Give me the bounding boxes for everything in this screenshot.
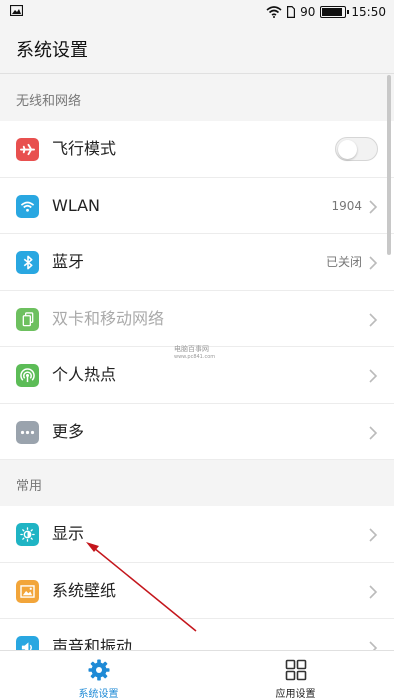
sound-icon <box>16 636 39 650</box>
setting-label: 飞行模式 <box>52 139 117 158</box>
setting-airplane-mode[interactable]: 飞行模式 <box>0 121 394 178</box>
wifi-icon <box>16 194 39 218</box>
setting-wlan[interactable]: WLAN 1904 <box>0 177 394 234</box>
setting-label: 声音和振动 <box>52 637 133 650</box>
sim-status-icon <box>287 6 296 18</box>
wallpaper-icon <box>16 579 39 603</box>
scrollbar[interactable] <box>387 75 391 255</box>
sim-icon <box>16 307 39 331</box>
chevron-right-icon <box>369 199 378 214</box>
watermark: 电脑百事网 www.pc841.com <box>174 345 216 360</box>
chevron-right-icon <box>369 584 378 599</box>
setting-sound[interactable]: 声音和振动 <box>0 619 394 650</box>
grid-icon <box>285 659 306 681</box>
hotspot-icon <box>16 364 39 387</box>
setting-display[interactable]: 显示 <box>0 506 394 563</box>
setting-wallpaper[interactable]: 系统壁纸 <box>0 562 394 619</box>
setting-bluetooth[interactable]: 蓝牙 已关闭 <box>0 234 394 291</box>
setting-more[interactable]: 更多 <box>0 403 394 460</box>
setting-dual-sim[interactable]: 双卡和移动网络 <box>0 290 394 347</box>
setting-label: 双卡和移动网络 <box>52 308 165 328</box>
tab-label: 系统设置 <box>78 689 119 700</box>
airplane-icon <box>16 138 39 161</box>
chevron-right-icon <box>369 256 378 270</box>
setting-label: 更多 <box>52 421 85 441</box>
gallery-notification-icon <box>10 5 23 16</box>
chevron-right-icon <box>369 528 378 542</box>
setting-label: 显示 <box>52 524 85 543</box>
page-title: 系统设置 <box>16 40 88 61</box>
bottom-navigation: 系统设置 应用设置 <box>0 650 394 700</box>
chevron-right-icon <box>369 641 378 650</box>
wifi-network-name: 1904 <box>331 198 362 213</box>
chevron-right-icon <box>369 369 378 383</box>
clock: 15:50 <box>351 5 386 19</box>
setting-label: 蓝牙 <box>52 252 85 271</box>
app-header: 系统设置 <box>0 24 394 74</box>
gear-icon <box>88 659 109 681</box>
status-bar: 90 15:50 <box>0 0 394 24</box>
tab-system-settings[interactable]: 系统设置 <box>0 651 197 700</box>
airplane-mode-toggle[interactable] <box>335 137 378 161</box>
bluetooth-status: 已关闭 <box>325 255 362 269</box>
setting-label: WLAN <box>52 195 101 215</box>
battery-percent: 90 <box>300 5 316 19</box>
setting-label: 个人热点 <box>52 365 117 384</box>
tab-app-settings[interactable]: 应用设置 <box>197 651 394 700</box>
settings-list[interactable]: 无线和网络 飞行模式 WLAN 1904 蓝牙 已关闭 双卡和移动网络 个人热点… <box>0 75 394 650</box>
setting-label: 系统壁纸 <box>52 580 117 600</box>
tab-label: 应用设置 <box>275 689 316 700</box>
chevron-right-icon <box>369 312 378 327</box>
display-icon <box>16 523 39 546</box>
wifi-status-icon <box>266 6 282 18</box>
chevron-right-icon <box>369 425 378 440</box>
section-heading-common: 常用 <box>0 460 394 506</box>
more-icon <box>16 420 39 444</box>
section-heading-wireless: 无线和网络 <box>0 75 394 121</box>
battery-icon <box>320 6 350 18</box>
bluetooth-icon <box>16 251 39 274</box>
